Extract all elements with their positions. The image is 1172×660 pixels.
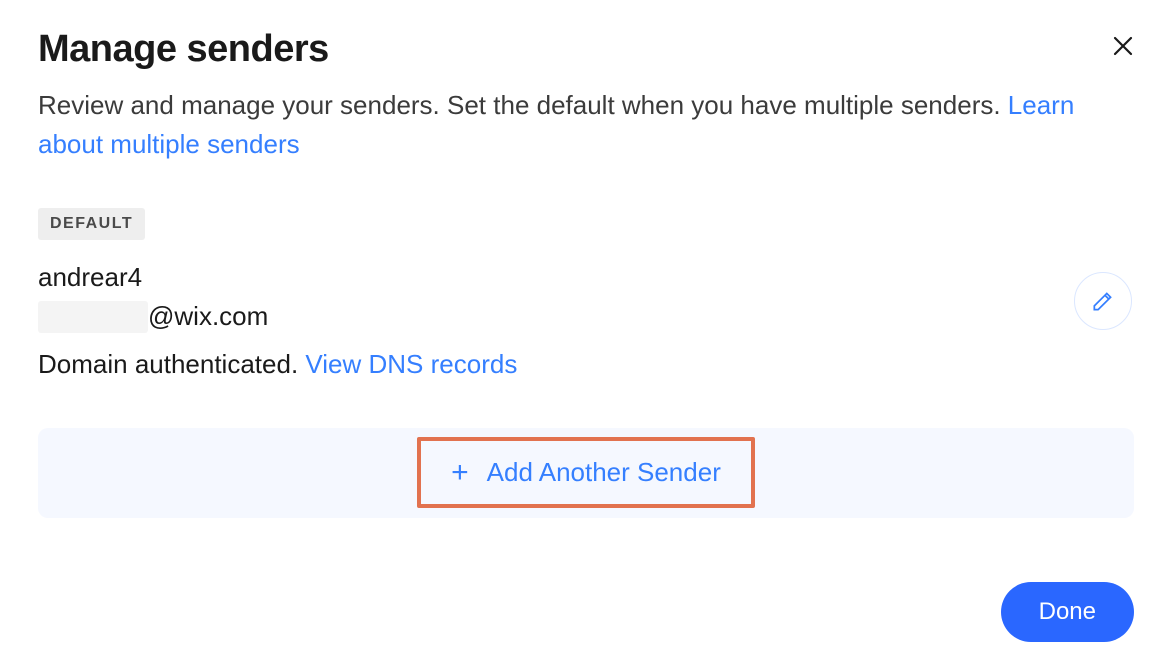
pencil-icon bbox=[1090, 288, 1116, 314]
add-sender-button[interactable]: + Add Another Sender bbox=[417, 437, 755, 508]
sender-email: @wix.com bbox=[38, 301, 1134, 333]
default-badge: DEFAULT bbox=[38, 208, 145, 240]
sender-item: andrear4 @wix.com Domain authenticated. … bbox=[38, 262, 1134, 380]
edit-sender-button[interactable] bbox=[1074, 272, 1132, 330]
close-button[interactable] bbox=[1106, 32, 1140, 64]
dialog-title: Manage senders bbox=[38, 28, 329, 72]
add-sender-bar: + Add Another Sender bbox=[38, 428, 1134, 518]
redacted-email-local bbox=[38, 301, 148, 333]
auth-status-text: Domain authenticated. bbox=[38, 349, 305, 379]
dialog-subtitle: Review and manage your senders. Set the … bbox=[38, 86, 1134, 164]
done-button[interactable]: Done bbox=[1001, 582, 1134, 642]
plus-icon: + bbox=[451, 458, 469, 488]
add-sender-label: Add Another Sender bbox=[487, 457, 721, 488]
auth-status-row: Domain authenticated. View DNS records bbox=[38, 349, 1134, 380]
view-dns-link[interactable]: View DNS records bbox=[305, 349, 517, 379]
subtitle-text: Review and manage your senders. Set the … bbox=[38, 90, 1008, 120]
sender-email-domain: @wix.com bbox=[148, 301, 268, 332]
close-icon bbox=[1112, 35, 1134, 57]
sender-name: andrear4 bbox=[38, 262, 1134, 293]
